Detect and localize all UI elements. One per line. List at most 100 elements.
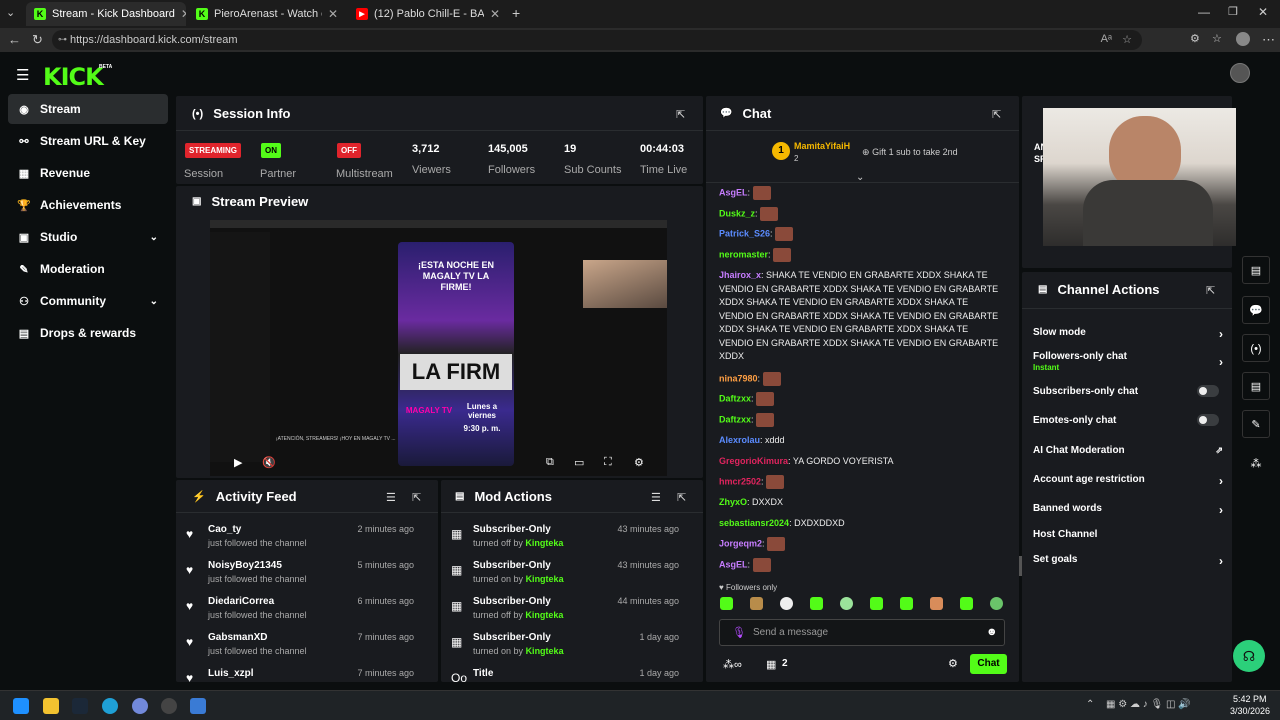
set-goals-row[interactable]: Set goals › — [1033, 554, 1223, 568]
sidebar-item-revenue[interactable]: ▦ Revenue — [8, 158, 168, 188]
chat-users-icon[interactable]: ⁂∞ — [723, 658, 742, 671]
activity-user[interactable]: GabsmanXD — [208, 632, 267, 643]
obs-icon[interactable] — [161, 698, 177, 714]
popout-icon[interactable]: ⇱ — [992, 108, 1001, 121]
popout-icon[interactable]: ⇱ — [1206, 284, 1215, 297]
leaderboard-user[interactable]: MamitaYifaiH — [794, 141, 850, 151]
play-icon[interactable]: ▶ — [234, 456, 242, 469]
maximize-icon[interactable]: ❐ — [1228, 5, 1238, 18]
chat-username[interactable]: GregorioKimura — [719, 456, 788, 466]
emote-icon[interactable] — [840, 597, 853, 610]
settings-icon[interactable]: ⚙ — [634, 456, 644, 469]
rail-chat-icon[interactable]: 💬 — [1242, 296, 1270, 324]
kick-logo[interactable]: KICK — [43, 63, 104, 91]
chat-username[interactable]: Jorgeqm2 — [719, 538, 762, 548]
sidebar-item-drops-rewards[interactable]: ▤ Drops & rewards — [8, 318, 168, 348]
more-menu-icon[interactable]: ⋯ — [1262, 32, 1275, 48]
rail-actions-icon[interactable]: ▤ — [1242, 372, 1270, 400]
tab-kick-dashboard[interactable]: K Stream - Kick Dashboard ✕ — [26, 2, 186, 26]
rail-wrench-icon[interactable]: ✎ — [1242, 410, 1270, 438]
mute-icon[interactable]: 🔇 — [262, 456, 276, 469]
chat-username[interactable]: ZhyxO — [719, 497, 747, 507]
profile-avatar[interactable] — [1236, 32, 1250, 46]
popout-icon[interactable]: ⇱ — [677, 491, 686, 504]
fullscreen-icon[interactable]: ⛶ — [604, 456, 612, 469]
chat-username[interactable]: Daftzxx — [719, 393, 751, 403]
filter-icon[interactable]: ☰ — [651, 491, 661, 504]
close-window-icon[interactable]: ✕ — [1258, 5, 1268, 19]
new-tab-icon[interactable]: + — [512, 5, 520, 21]
close-tab-icon[interactable]: ✕ — [328, 7, 338, 21]
hamburger-menu-icon[interactable]: ☰ — [16, 66, 29, 84]
tray-chevron-icon[interactable]: ⌃ — [1086, 699, 1094, 710]
stream-video[interactable]: ¡ESTA NOCHE EN MAGALY TV LA FIRME! LA FIRM… — [210, 220, 667, 476]
mod-user[interactable]: Kingteka — [526, 574, 564, 584]
sidebar-item-stream-url-key[interactable]: ⚯ Stream URL & Key — [8, 126, 168, 156]
favorite-star-icon[interactable]: ☆ — [1122, 33, 1132, 46]
emote-icon[interactable] — [960, 597, 973, 610]
chat-username[interactable]: Duskz_z — [719, 208, 755, 218]
slow-mode-row[interactable]: Slow mode › — [1033, 327, 1223, 341]
tab-list-icon[interactable]: ⌄ — [6, 6, 15, 19]
activity-user[interactable]: Cao_ty — [208, 524, 241, 535]
chat-username[interactable]: hmcr2502 — [719, 476, 761, 486]
site-info-icon[interactable]: ⊶ — [58, 34, 67, 45]
chat-username[interactable]: AsgEL — [719, 559, 748, 569]
app-icon[interactable] — [190, 698, 206, 714]
user-avatar[interactable] — [1230, 63, 1250, 83]
microphone-icon[interactable]: 🎙 — [732, 626, 746, 639]
close-tab-icon[interactable]: ✕ — [181, 7, 186, 21]
emoji-picker-icon[interactable]: ☻ — [986, 626, 998, 638]
sidebar-item-studio[interactable]: ▣ Studio ⌄ — [8, 222, 168, 252]
activity-user[interactable]: NoisyBoy21345 — [208, 560, 282, 571]
emote-icon[interactable] — [720, 597, 733, 610]
sidebar-item-stream[interactable]: ◉ Stream — [8, 94, 168, 124]
chat-username[interactable]: Daftzxx — [719, 414, 751, 424]
banned-words-row[interactable]: Banned words › — [1033, 503, 1223, 517]
followers-only-row[interactable]: Followers-only chat Instant › — [1033, 351, 1223, 373]
emote-icon[interactable] — [750, 597, 763, 610]
close-tab-icon[interactable]: ✕ — [490, 7, 500, 21]
gift-icon[interactable]: ▦ — [766, 658, 776, 671]
chat-username[interactable]: sebastiansr2024 — [719, 518, 789, 528]
emotes-only-toggle[interactable] — [1197, 414, 1219, 426]
steam-icon[interactable] — [72, 698, 88, 714]
sidebar-item-moderation[interactable]: ✎ Moderation — [8, 254, 168, 284]
popout-icon[interactable]: ⇱ — [412, 491, 421, 504]
edge-icon[interactable] — [102, 698, 118, 714]
rail-notes-icon[interactable]: ▤ — [1242, 256, 1270, 284]
ai-moderation-row[interactable]: AI Chat Moderation ⇗ — [1033, 445, 1223, 456]
tab-youtube[interactable]: ▶ (12) Pablo Chill-E - BASTARDO ft R ✕ — [348, 2, 508, 26]
read-aloud-icon[interactable]: Aᵃ — [1101, 33, 1112, 45]
subscribers-only-toggle[interactable] — [1197, 385, 1219, 397]
emote-icon[interactable] — [810, 597, 823, 610]
popout-icon[interactable]: ⇱ — [676, 108, 685, 121]
mod-user[interactable]: Kingteka — [525, 610, 563, 620]
host-channel-row[interactable]: Host Channel — [1033, 529, 1223, 540]
tray-apps-icon[interactable]: ▦ ⚙ ☁ ♪ 🎙 ◫ 🔊 — [1106, 699, 1191, 710]
tab-pieroarenast[interactable]: K PieroArenast - Watch clips on Kick ✕ — [188, 2, 346, 26]
minimize-icon[interactable]: — — [1198, 5, 1210, 19]
rail-broadcast-icon[interactable]: (•) — [1242, 334, 1270, 362]
emote-icon[interactable] — [780, 597, 793, 610]
sidebar-item-community[interactable]: ⚇ Community ⌄ — [8, 286, 168, 316]
activity-user[interactable]: Luis_xzpl — [208, 668, 254, 679]
gift-sub-text[interactable]: ⊕ Gift 1 sub to take 2nd — [862, 147, 958, 158]
send-chat-button[interactable]: Chat — [970, 654, 1007, 674]
back-icon[interactable]: ← — [8, 32, 21, 47]
reload-icon[interactable]: ↻ — [32, 32, 43, 48]
mod-user[interactable]: Kingteka — [525, 538, 563, 548]
chat-username[interactable]: Alexrolau — [719, 435, 760, 445]
emote-icon[interactable] — [870, 597, 883, 610]
emote-icon[interactable] — [900, 597, 913, 610]
windows-start-icon[interactable] — [13, 698, 29, 714]
discord-icon[interactable] — [132, 698, 148, 714]
chat-username[interactable]: AsgEL — [719, 187, 748, 197]
help-support-icon[interactable]: ☊ — [1233, 640, 1265, 672]
url-field[interactable]: ⊶ https://dashboard.kick.com/stream Aᵃ ☆ — [52, 30, 1142, 50]
file-explorer-icon[interactable] — [43, 698, 59, 714]
emote-icon[interactable] — [930, 597, 943, 610]
chat-username[interactable]: Jhairox_x — [719, 270, 761, 280]
filter-icon[interactable]: ☰ — [386, 491, 396, 504]
chat-username[interactable]: neromaster — [719, 249, 768, 259]
